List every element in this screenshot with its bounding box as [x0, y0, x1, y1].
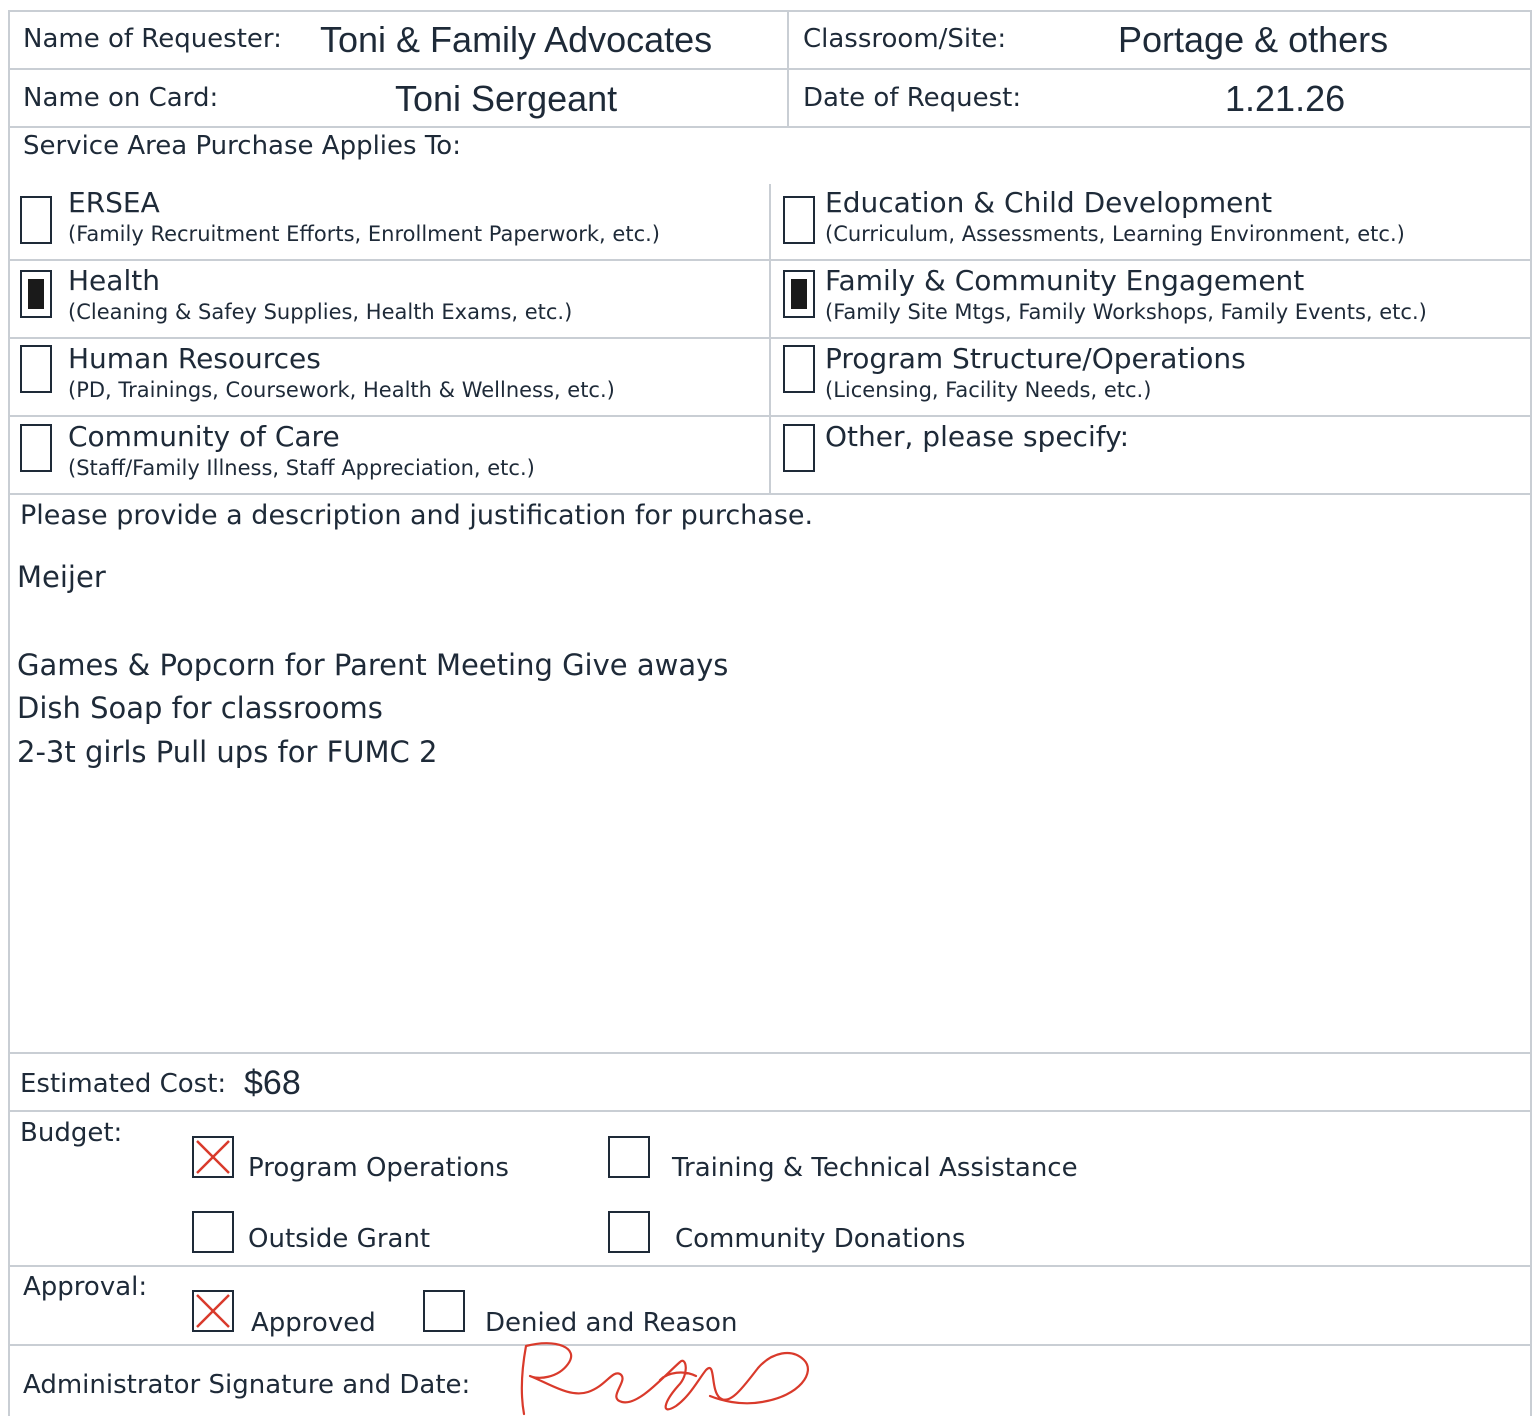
training-assistance-label: Training & Technical Assistance	[672, 1153, 1078, 1183]
other-title: Other, please specify:	[825, 420, 1130, 453]
description-field[interactable]: Meijer Games & Popcorn for Parent Meetin…	[12, 545, 1512, 1045]
community-of-care-subtitle: (Staff/Family Illness, Staff Appreciatio…	[68, 456, 535, 480]
row-divider	[8, 68, 1532, 70]
site-label: Classroom/Site:	[803, 24, 1007, 54]
other-checkbox[interactable]	[783, 424, 815, 472]
description-line: 2-3t girls Pull ups for FUMC 2	[17, 735, 438, 769]
form-border-top	[8, 10, 1532, 12]
requester-label: Name of Requester:	[23, 24, 282, 54]
row-divider	[8, 1052, 1532, 1054]
outside-grant-label: Outside Grant	[248, 1224, 431, 1254]
description-prompt: Please provide a description and justifi…	[20, 500, 814, 531]
x-mark-icon	[196, 1140, 230, 1174]
row-divider	[8, 126, 1532, 128]
signature-scribble[interactable]	[510, 1340, 840, 1416]
x-mark-icon	[196, 1294, 230, 1328]
card-label: Name on Card:	[23, 83, 219, 113]
denied-checkbox[interactable]	[423, 1290, 465, 1332]
human-resources-subtitle: (PD, Trainings, Coursework, Health & Wel…	[68, 378, 615, 402]
community-donations-checkbox[interactable]	[608, 1211, 650, 1253]
program-structure-title: Program Structure/Operations	[825, 342, 1246, 375]
denied-label: Denied and Reason	[485, 1308, 738, 1338]
approval-label: Approval:	[23, 1272, 148, 1302]
card-value[interactable]: Toni Sergeant	[395, 81, 617, 117]
human-resources-title: Human Resources	[68, 342, 321, 375]
service-area-heading: Service Area Purchase Applies To:	[23, 131, 461, 161]
row-divider	[8, 1110, 1532, 1112]
approved-checkbox[interactable]	[192, 1290, 234, 1332]
ersea-title: ERSEA	[68, 186, 160, 219]
form-border-right	[1530, 10, 1532, 1416]
form-border-left	[8, 10, 10, 1416]
budget-label: Budget:	[20, 1118, 123, 1148]
program-structure-checkbox[interactable]	[783, 345, 815, 393]
program-operations-label: Program Operations	[248, 1153, 509, 1183]
community-of-care-title: Community of Care	[68, 420, 340, 453]
cost-label: Estimated Cost:	[20, 1069, 227, 1099]
description-line: Dish Soap for classrooms	[17, 691, 383, 725]
description-line: Games & Popcorn for Parent Meeting Give …	[17, 648, 729, 682]
community-of-care-checkbox[interactable]	[20, 424, 52, 472]
column-divider	[787, 10, 789, 128]
checkbox-fill	[28, 279, 44, 309]
education-subtitle: (Curriculum, Assessments, Learning Envir…	[825, 222, 1405, 246]
date-label: Date of Request:	[803, 83, 1022, 113]
program-operations-checkbox[interactable]	[192, 1136, 234, 1178]
program-structure-subtitle: (Licensing, Facility Needs, etc.)	[825, 378, 1152, 402]
family-engagement-subtitle: (Family Site Mtgs, Family Workshops, Fam…	[825, 300, 1427, 324]
training-assistance-checkbox[interactable]	[608, 1136, 650, 1178]
row-divider	[8, 1265, 1532, 1267]
family-engagement-title: Family & Community Engagement	[825, 264, 1305, 297]
community-donations-label: Community Donations	[675, 1224, 966, 1254]
row-divider	[8, 259, 1532, 261]
signature-label: Administrator Signature and Date:	[23, 1370, 471, 1400]
ersea-subtitle: (Family Recruitment Efforts, Enrollment …	[68, 222, 660, 246]
education-title: Education & Child Development	[825, 186, 1273, 219]
date-value[interactable]: 1.21.26	[1225, 81, 1345, 117]
column-divider	[769, 184, 771, 494]
education-checkbox[interactable]	[783, 196, 815, 244]
health-subtitle: (Cleaning & Safey Supplies, Health Exams…	[68, 300, 573, 324]
human-resources-checkbox[interactable]	[20, 345, 52, 393]
row-divider	[8, 337, 1532, 339]
family-engagement-checkbox[interactable]	[783, 270, 815, 318]
description-store: Meijer	[17, 560, 106, 594]
checkbox-fill	[791, 279, 807, 309]
outside-grant-checkbox[interactable]	[192, 1211, 234, 1253]
site-value[interactable]: Portage & others	[1118, 22, 1388, 58]
health-title: Health	[68, 264, 160, 297]
cost-value[interactable]: $68	[244, 1066, 301, 1100]
ersea-checkbox[interactable]	[20, 196, 52, 244]
health-checkbox[interactable]	[20, 270, 52, 318]
row-divider	[8, 493, 1532, 495]
row-divider	[8, 415, 1532, 417]
requester-value[interactable]: Toni & Family Advocates	[320, 22, 712, 58]
approved-label: Approved	[251, 1308, 376, 1338]
